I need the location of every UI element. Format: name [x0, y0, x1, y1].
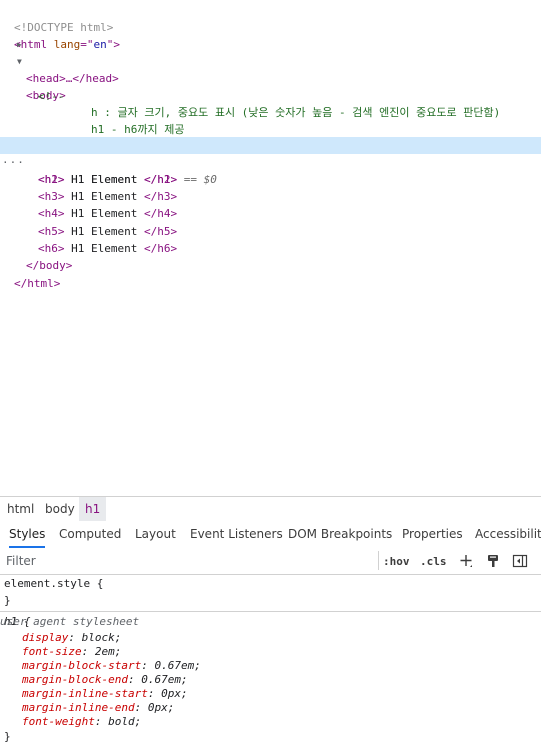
styles-pane: element.style { } h1 { user agent styles…: [0, 575, 541, 744]
css-declaration[interactable]: margin-block-end: 0.67em;: [22, 673, 188, 687]
add-rule-icon[interactable]: [458, 553, 474, 569]
comment-close-line: -->: [0, 120, 541, 152]
css-declaration[interactable]: font-size: 2em;: [22, 645, 121, 659]
rule-origin: user agent stylesheet: [0, 615, 140, 628]
css-value: 0px;: [161, 687, 188, 700]
cls-button[interactable]: .cls: [420, 549, 447, 574]
css-value: 0.67em;: [141, 673, 188, 686]
breadcrumb-body[interactable]: body: [39, 497, 81, 521]
dom-node-h4[interactable]: <h4> H1 Element </h4>: [0, 188, 541, 220]
css-property: font-size: [22, 645, 82, 658]
comment-node[interactable]: <!--: [0, 71, 541, 103]
css-value: 0px;: [147, 701, 175, 714]
tab-layout[interactable]: Layout: [135, 521, 176, 548]
expand-triangle-icon[interactable]: ▶: [17, 36, 22, 53]
css-property: font-weight: [22, 715, 95, 728]
css-declaration[interactable]: margin-block-start: 0.67em;: [22, 659, 201, 673]
css-declaration[interactable]: font-weight: bold;: [22, 715, 141, 729]
css-property: margin-block-start: [22, 659, 142, 672]
hov-button[interactable]: :hov: [383, 549, 410, 574]
css-value: 2em;: [94, 645, 122, 658]
body-close-node[interactable]: </body>: [0, 240, 541, 272]
element-style-selector[interactable]: element.style {: [4, 577, 103, 591]
css-property: margin-block-end: [22, 673, 128, 686]
html-close-tag: </html>: [14, 277, 61, 290]
breadcrumb: html body h1: [0, 496, 541, 522]
element-style-close: }: [4, 594, 11, 607]
toggle-sidebar-icon[interactable]: [512, 553, 528, 569]
comment-line-2: h1 - h6까지 제공: [0, 104, 541, 136]
tab-event-listeners[interactable]: Event Listeners: [190, 521, 283, 548]
elements-panel: <!DOCTYPE html> <html lang="en"> ▶ <head…: [0, 0, 541, 496]
tab-styles[interactable]: Styles: [9, 521, 46, 548]
dom-node-h1-selected[interactable]: ··· <h1> H1 Element </h1> == $0: [0, 137, 541, 186]
rule-divider: [0, 611, 541, 612]
sidebar-tabs: Styles Computed Layout Event Listeners D…: [0, 521, 541, 550]
tab-dom-breakpoints[interactable]: DOM Breakpoints: [288, 521, 392, 548]
filter-input[interactable]: [2, 551, 379, 570]
css-value: 0.67em;: [154, 659, 201, 672]
paint-brush-icon[interactable]: [485, 553, 501, 569]
body-node[interactable]: ▼ <body>: [0, 53, 541, 102]
dom-node-h3[interactable]: <h3> H1 Element </h3>: [0, 171, 541, 203]
css-value: bold;: [108, 715, 142, 728]
css-declaration[interactable]: display: block;: [22, 631, 121, 645]
breadcrumb-html[interactable]: html: [1, 497, 40, 521]
css-declaration[interactable]: margin-inline-end: 0px;: [22, 701, 174, 715]
styles-toolbar: :hov .cls: [0, 549, 541, 575]
css-property: display: [22, 631, 69, 644]
head-node[interactable]: ▶ <head>…</head>: [0, 36, 541, 85]
collapse-triangle-icon[interactable]: ▼: [17, 53, 22, 70]
comment-line-1: h : 글자 크기, 중요도 표시 (낮은 숫자가 높음 - 검색 엔진이 중요…: [0, 87, 541, 119]
css-property: margin-inline-end: [22, 701, 135, 714]
dom-node-h6[interactable]: <h6> H1 Element </h6>: [0, 223, 541, 255]
css-property: margin-inline-start: [22, 687, 148, 700]
doctype-node[interactable]: <!DOCTYPE html>: [0, 2, 541, 34]
tab-computed[interactable]: Computed: [59, 521, 121, 548]
html-close-node[interactable]: </html>: [0, 258, 541, 290]
dom-node-h2[interactable]: <h2> H1 Element </h2>: [0, 154, 541, 186]
css-declaration[interactable]: margin-inline-start: 0px;: [22, 687, 188, 701]
html-node[interactable]: <html lang="en">: [0, 19, 541, 51]
h1-rule-close: }: [4, 730, 11, 743]
css-value: block;: [81, 631, 122, 644]
tab-properties[interactable]: Properties: [402, 521, 463, 548]
breadcrumb-h1[interactable]: h1: [79, 497, 107, 521]
dom-node-h5[interactable]: <h5> H1 Element </h5>: [0, 206, 541, 238]
tab-accessibility[interactable]: Accessibility: [475, 521, 541, 548]
